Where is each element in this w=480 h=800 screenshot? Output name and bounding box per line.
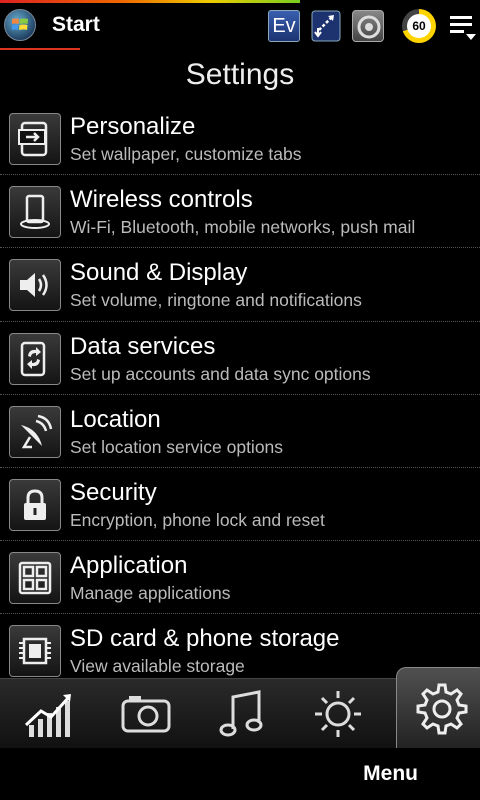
settings-item-subtitle: View available storage: [70, 656, 245, 677]
settings-item-security[interactable]: Security Encryption, phone lock and rese…: [0, 468, 480, 542]
status-accent-strip: [0, 0, 300, 3]
satellite-dish-icon: [9, 405, 61, 458]
sound-status-icon[interactable]: [352, 10, 384, 42]
settings-item-title: Sound & Display: [70, 259, 248, 287]
menu-softkey[interactable]: Menu: [363, 762, 418, 786]
settings-item-title: Application: [70, 552, 188, 580]
network-ev-icon[interactable]: Ev: [268, 10, 300, 42]
tab-settings[interactable]: [396, 667, 480, 749]
settings-item-subtitle: Encryption, phone lock and reset: [70, 509, 325, 530]
settings-item-subtitle: Set volume, ringtone and notifications: [70, 290, 362, 311]
settings-item-title: Location: [70, 405, 161, 433]
settings-item-sound-display[interactable]: Sound & Display Set volume, ringtone and…: [0, 248, 480, 322]
settings-item-subtitle: Set location service options: [70, 436, 284, 457]
status-bar: Start Ev 60: [0, 0, 480, 50]
settings-item-subtitle: Manage applications: [70, 583, 231, 604]
camera-icon: [121, 696, 171, 733]
music-note-icon: [219, 690, 263, 737]
settings-item-title: Data services: [70, 332, 216, 360]
tab-bar: [0, 667, 480, 749]
windows-logo-icon: [4, 9, 36, 41]
settings-list: Personalize Set wallpaper, customize tab…: [0, 102, 480, 680]
battery-icon[interactable]: 60: [402, 9, 436, 43]
page-title: Settings: [185, 58, 295, 91]
tab-weather[interactable]: [292, 679, 384, 749]
tab-stocks[interactable]: [4, 679, 96, 749]
settings-item-location[interactable]: Location Set location service options: [0, 395, 480, 468]
settings-item-wireless-controls[interactable]: Wireless controls Wi-Fi, Bluetooth, mobi…: [0, 175, 480, 249]
wireless-icon: [9, 186, 61, 239]
chip-icon: [9, 625, 61, 678]
softkey-bar: Menu: [0, 748, 480, 800]
lock-icon: [9, 478, 61, 531]
settings-item-title: Personalize: [70, 113, 196, 140]
battery-level: 60: [407, 14, 431, 38]
settings-item-subtitle: Wi-Fi, Bluetooth, mobile networks, push …: [70, 217, 416, 238]
personalize-icon: [9, 113, 61, 165]
speaker-icon: [9, 259, 61, 312]
weather-sun-icon: [315, 691, 361, 737]
start-label: Start: [52, 13, 100, 36]
data-connection-icon[interactable]: [310, 8, 342, 44]
start-underline: [0, 48, 80, 50]
start-button[interactable]: Start: [4, 8, 100, 42]
settings-item-data-services[interactable]: Data services Set up accounts and data s…: [0, 322, 480, 395]
stocks-chart-icon: [24, 694, 71, 737]
settings-item-subtitle: Set up accounts and data sync options: [70, 363, 371, 384]
settings-item-subtitle: Set wallpaper, customize tabs: [70, 144, 302, 164]
settings-item-title: Security: [70, 478, 157, 506]
tab-music[interactable]: [196, 679, 288, 749]
sync-icon: [9, 332, 61, 385]
notification-menu-icon[interactable]: [448, 12, 478, 42]
settings-item-application[interactable]: Application Manage applications: [0, 541, 480, 615]
settings-gear-icon: [416, 683, 468, 734]
settings-item-title: SD card & phone storage: [70, 625, 340, 653]
tab-camera[interactable]: [100, 679, 192, 749]
settings-item-title: Wireless controls: [70, 186, 253, 214]
settings-item-personalize[interactable]: Personalize Set wallpaper, customize tab…: [0, 102, 480, 176]
app-grid-icon: [9, 552, 61, 605]
